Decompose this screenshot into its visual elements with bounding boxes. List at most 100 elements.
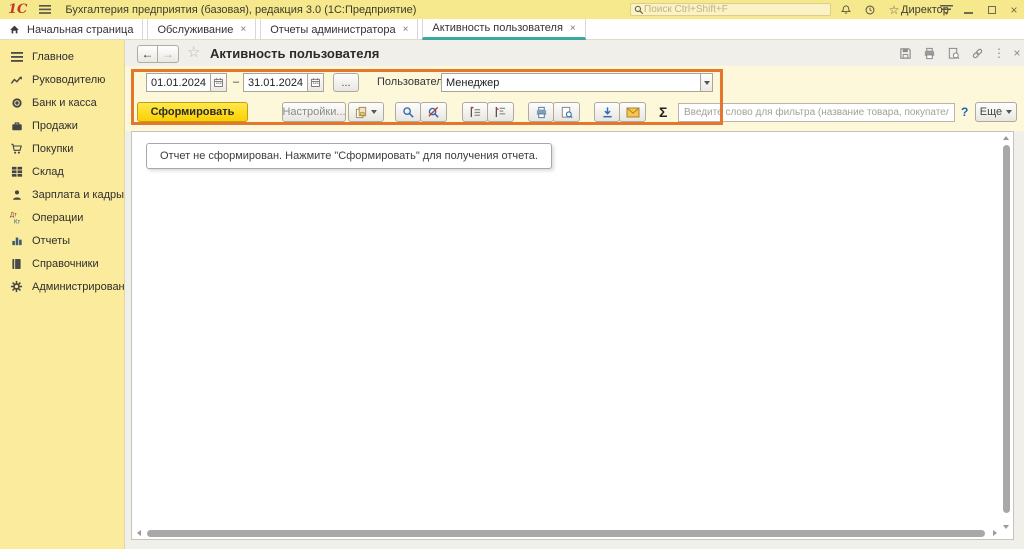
tab-label: Активность пользователя	[432, 22, 562, 34]
print-button[interactable]	[528, 102, 554, 122]
page-title: Активность пользователя	[210, 46, 379, 61]
send-by-email-button[interactable]	[619, 102, 646, 122]
close-window-button[interactable]: ×	[1006, 2, 1022, 17]
vertical-scroll-thumb[interactable]	[1003, 145, 1010, 513]
print-icon	[535, 106, 548, 119]
scroll-up-icon[interactable]	[1003, 136, 1009, 140]
tab-home[interactable]: Начальная страница	[0, 19, 143, 40]
calendar-icon[interactable]	[210, 73, 227, 92]
envelope-icon	[626, 107, 640, 118]
history-nav: ← →	[137, 45, 179, 63]
favorites-icon[interactable]: ☆	[886, 2, 902, 17]
period-picker-button[interactable]: ...	[333, 73, 359, 92]
report-variants-button[interactable]	[348, 102, 384, 122]
search-icon	[402, 106, 415, 119]
caret-down-icon	[371, 110, 377, 114]
generate-button[interactable]: Сформировать	[137, 102, 248, 122]
close-form-icon[interactable]: ×	[1009, 46, 1024, 60]
sidebar-item-main[interactable]: Главное	[0, 45, 124, 68]
tab-maintenance[interactable]: Обслуживание ×	[147, 19, 256, 40]
cancel-search-button[interactable]	[420, 102, 447, 122]
global-search-input[interactable]	[644, 4, 827, 15]
date-from-field	[146, 73, 227, 92]
sidebar-item-operations[interactable]: ДтКт Операции	[0, 206, 124, 229]
minimize-button[interactable]	[960, 2, 976, 17]
more-actions-button[interactable]: Еще	[975, 102, 1017, 122]
get-link-icon[interactable]	[969, 46, 985, 60]
user-input[interactable]	[441, 73, 700, 92]
close-tab-icon[interactable]: ×	[240, 24, 246, 35]
back-button[interactable]: ←	[137, 45, 158, 63]
app-title: Бухгалтерия предприятия (базовая), редак…	[65, 4, 416, 16]
sidebar-item-bank-cash[interactable]: Банк и касса	[0, 91, 124, 114]
print-preview-icon	[560, 106, 573, 119]
save-icon[interactable]	[897, 46, 913, 60]
section-sidebar: Главное Руководителю Банк и касса Продаж…	[0, 40, 125, 549]
tab-bar: Начальная страница Обслуживание × Отчеты…	[0, 19, 1024, 40]
date-to-input[interactable]	[243, 73, 307, 92]
restore-button[interactable]	[984, 2, 1000, 17]
report-area: Отчет не сформирован. Нажмите "Сформиров…	[131, 131, 1014, 540]
bar-chart-icon	[9, 234, 24, 248]
search-button[interactable]	[395, 102, 421, 122]
global-search[interactable]	[630, 3, 831, 16]
main-panel: ← → ☆ Активность пользователя ⋮ × –	[125, 40, 1024, 549]
collapse-groups-button[interactable]	[462, 102, 488, 122]
print-icon[interactable]	[921, 46, 937, 60]
vertical-scrollbar[interactable]	[1002, 133, 1011, 529]
scroll-right-icon[interactable]	[993, 530, 997, 536]
tab-label: Начальная страница	[27, 24, 133, 36]
save-to-file-button[interactable]	[594, 102, 620, 122]
sidebar-item-purchases[interactable]: Покупки	[0, 137, 124, 160]
notifications-icon[interactable]	[838, 2, 854, 17]
tab-admin-reports[interactable]: Отчеты администратора ×	[260, 19, 418, 40]
grid-icon	[9, 165, 24, 179]
sidebar-item-reports[interactable]: Отчеты	[0, 229, 124, 252]
sidebar-item-warehouse[interactable]: Склад	[0, 160, 124, 183]
cancel-search-icon	[427, 106, 440, 119]
service-menu-icon[interactable]	[938, 2, 954, 17]
svg-text:Кт: Кт	[14, 220, 20, 225]
horizontal-scroll-thumb[interactable]	[147, 530, 985, 537]
favorite-star-icon[interactable]: ☆	[187, 43, 200, 61]
close-tab-icon[interactable]: ×	[570, 23, 576, 34]
history-icon[interactable]	[862, 2, 878, 17]
sidebar-item-sales[interactable]: Продажи	[0, 114, 124, 137]
date-from-input[interactable]	[146, 73, 210, 92]
expand-groups-button[interactable]	[487, 102, 514, 122]
more-menu-icon[interactable]: ⋮	[991, 46, 1007, 60]
horizontal-scrollbar[interactable]	[134, 529, 1000, 538]
close-tab-icon[interactable]: ×	[403, 24, 409, 35]
book-icon	[9, 257, 24, 271]
filter-input[interactable]	[678, 103, 955, 122]
tab-label: Отчеты администратора	[270, 24, 395, 36]
print-preview-button[interactable]	[553, 102, 580, 122]
user-dropdown-button[interactable]	[700, 73, 713, 92]
sidebar-item-payroll-hr[interactable]: Зарплата и кадры	[0, 183, 124, 206]
download-icon	[601, 106, 614, 119]
cart-icon	[9, 142, 24, 156]
sidebar-item-directories[interactable]: Справочники	[0, 252, 124, 275]
sidebar-item-manager[interactable]: Руководителю	[0, 68, 124, 91]
sidebar-item-administration[interactable]: Администрирование	[0, 275, 124, 298]
person-icon	[9, 188, 24, 202]
help-button[interactable]: ?	[961, 105, 968, 119]
dt-kt-icon: ДтКт	[9, 211, 24, 225]
date-to-field	[243, 73, 324, 92]
report-variants-icon	[355, 106, 368, 119]
settings-button[interactable]: Настройки...	[282, 102, 346, 122]
titlebar: 1С Бухгалтерия предприятия (базовая), ре…	[0, 0, 1024, 19]
user-field	[441, 73, 713, 92]
more-actions-label: Еще	[980, 106, 1002, 118]
menu-lines-icon	[9, 50, 24, 64]
scroll-left-icon[interactable]	[137, 530, 141, 536]
tab-user-activity[interactable]: Активность пользователя ×	[422, 19, 585, 40]
print-preview-icon[interactable]	[945, 46, 961, 60]
main-menu-icon[interactable]	[39, 5, 51, 14]
totals-sigma-icon[interactable]: Σ	[659, 104, 667, 120]
scroll-down-icon[interactable]	[1003, 525, 1009, 529]
calendar-icon[interactable]	[307, 73, 324, 92]
caret-down-icon	[704, 81, 710, 85]
collapse-groups-icon	[469, 106, 482, 118]
forward-button[interactable]: →	[158, 45, 179, 63]
